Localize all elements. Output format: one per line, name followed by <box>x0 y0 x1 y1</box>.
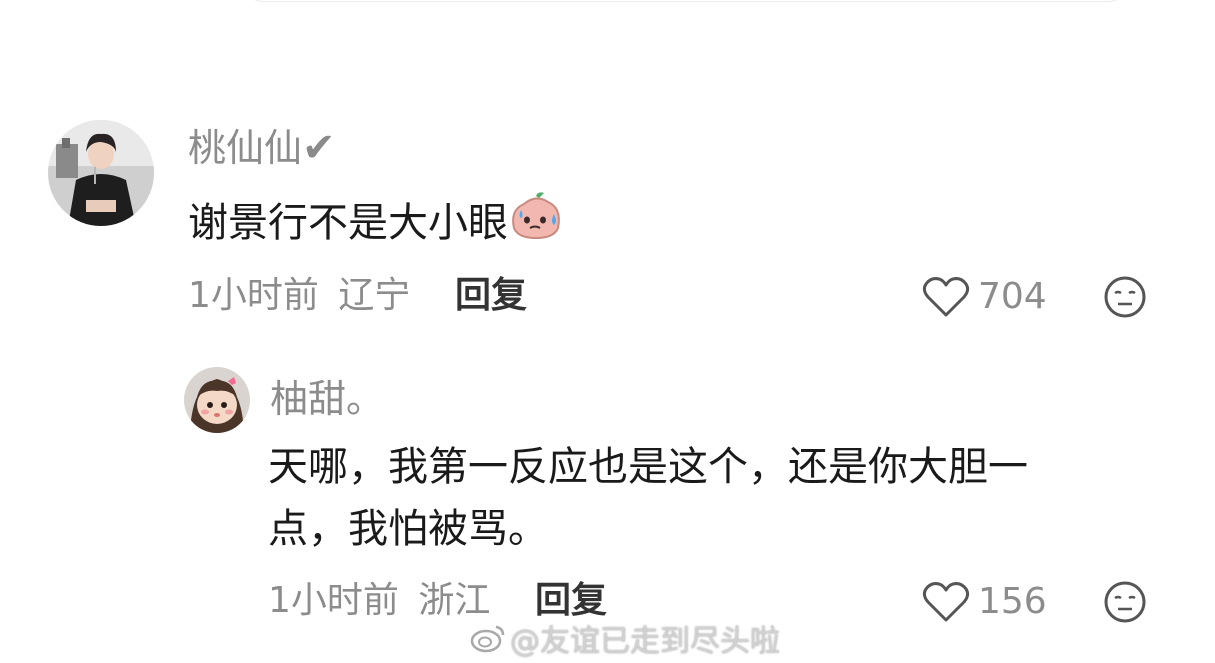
avatar[interactable] <box>184 367 250 433</box>
expressionless-face-icon <box>1104 276 1146 318</box>
expressionless-face-icon <box>1104 581 1146 623</box>
comment-author[interactable]: 柚甜。 <box>270 380 384 418</box>
weibo-logo-icon <box>470 625 505 653</box>
heart-outline-icon <box>922 582 970 622</box>
author-name: 桃仙仙 <box>188 126 303 170</box>
comment-location: 辽宁 <box>338 275 411 316</box>
comment-text-line: 天哪，我第一反应也是这个，还是你大胆一 <box>268 444 1028 490</box>
watermark: @友谊已走到尽头啦 <box>470 616 780 660</box>
top-input-bar-edge <box>240 0 1132 2</box>
reply-button[interactable]: 回复 <box>535 583 607 619</box>
heart-outline-icon <box>922 277 970 317</box>
like-count: 704 <box>978 276 1047 317</box>
comment-meta: 1小时前 辽宁 <box>188 278 410 314</box>
comment-author[interactable]: 桃仙仙✔ <box>188 128 336 168</box>
comment-time: 1小时前 <box>188 275 319 316</box>
comment-meta: 1小时前 浙江 <box>268 583 490 619</box>
avatar-photo-icon <box>48 120 154 226</box>
like-button[interactable]: 704 <box>922 276 1047 318</box>
like-button[interactable]: 156 <box>922 581 1047 623</box>
comment-text: 谢景行不是大小眼 <box>188 190 564 260</box>
reaction-button[interactable] <box>1103 275 1147 319</box>
watermark-text: @友谊已走到尽头啦 <box>510 624 780 659</box>
avatar-cartoon-girl-icon <box>184 367 250 433</box>
sweating-blob-emoji-icon <box>508 190 564 260</box>
verified-icon: ✔ <box>302 125 336 171</box>
comment-time: 1小时前 <box>268 580 399 621</box>
comment-location: 浙江 <box>418 580 491 621</box>
reply-button[interactable]: 回复 <box>455 278 527 314</box>
comment-text: 天哪，我第一反应也是这个，还是你大胆一 点，我怕被骂。 <box>268 436 1028 560</box>
reaction-button[interactable] <box>1103 580 1147 624</box>
avatar[interactable] <box>48 120 154 226</box>
comment-text-line: 点，我怕被骂。 <box>268 506 548 552</box>
like-count: 156 <box>978 581 1047 622</box>
comment-text-body: 谢景行不是大小眼 <box>188 200 508 246</box>
